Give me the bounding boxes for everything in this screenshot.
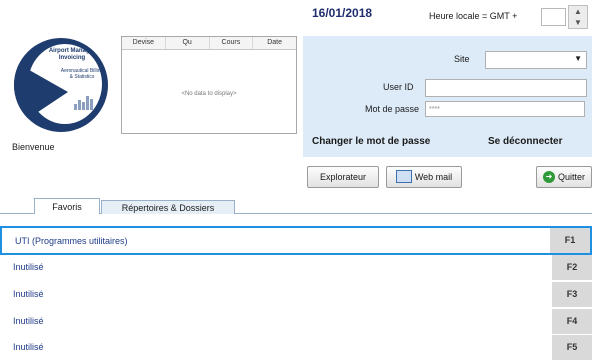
logo-subtitle: Aeronautical Billing & Statistics: [60, 68, 104, 80]
function-key-badge: F5: [552, 335, 592, 360]
exit-icon: ➜: [542, 170, 555, 183]
function-label: Inutilisé: [13, 316, 44, 326]
spinner-updown-icon[interactable]: ▲ ▼: [568, 5, 588, 29]
explorer-button-label: Explorateur: [319, 172, 367, 182]
userid-input[interactable]: [425, 79, 587, 97]
webmail-button-label: Web mail: [414, 172, 453, 182]
site-select[interactable]: ▼: [485, 51, 587, 69]
column-header-qty[interactable]: Qu: [166, 37, 210, 49]
empty-grid-message: <No data to display>: [181, 91, 237, 97]
grid-header: Devise Qu Cours Date: [122, 37, 296, 50]
tab-directories[interactable]: Répertoires & Dossiers: [101, 200, 235, 214]
function-label: UTI (Programmes utilitaires): [15, 236, 128, 246]
current-date: 16/01/2018: [312, 6, 373, 20]
column-header-date[interactable]: Date: [253, 37, 296, 49]
userid-label: User ID: [383, 82, 414, 92]
chevron-down-icon[interactable]: ▼: [574, 54, 582, 63]
webmail-button[interactable]: Web mail: [386, 166, 462, 188]
column-header-rate[interactable]: Cours: [210, 37, 254, 49]
tab-favorites-label: Favoris: [52, 202, 82, 212]
quit-button[interactable]: ➜ Quitter: [536, 166, 592, 188]
logo-title: Airport Manager Invoicing: [48, 48, 96, 61]
timezone-offset-input[interactable]: [541, 8, 566, 26]
function-key-badge: F1: [550, 228, 590, 253]
function-row-f3[interactable]: Inutilisé F3: [0, 281, 592, 308]
welcome-text: Bienvenue: [12, 142, 55, 152]
logo-bars-graphic: [74, 96, 100, 114]
logout-link[interactable]: Se déconnecter: [488, 136, 562, 147]
company-logo: Airport Manager Invoicing Aeronautical B…: [12, 36, 112, 134]
function-label: Inutilisé: [13, 262, 44, 272]
change-password-link[interactable]: Changer le mot de passe: [312, 136, 430, 147]
site-label: Site: [454, 54, 470, 64]
function-row-f1[interactable]: UTI (Programmes utilitaires) F1: [0, 226, 592, 255]
mail-icon: [395, 170, 412, 184]
password-label: Mot de passe: [365, 104, 420, 114]
function-label: Inutilisé: [13, 289, 44, 299]
function-row-f2[interactable]: Inutilisé F2: [0, 254, 592, 281]
explorer-button[interactable]: Explorateur: [307, 166, 379, 188]
quit-button-label: Quitter: [557, 172, 585, 182]
function-key-badge: F2: [552, 255, 592, 280]
currency-rates-grid[interactable]: Devise Qu Cours Date <No data to display…: [121, 36, 297, 134]
timezone-label: Heure locale = GMT +: [429, 11, 518, 21]
function-key-badge: F4: [552, 309, 592, 334]
column-header-currency[interactable]: Devise: [122, 37, 166, 49]
function-key-badge: F3: [552, 282, 592, 307]
password-input[interactable]: ****: [425, 101, 585, 117]
tab-directories-label: Répertoires & Dossiers: [121, 203, 215, 213]
function-row-f4[interactable]: Inutilisé F4: [0, 308, 592, 335]
function-label: Inutilisé: [13, 342, 44, 352]
tab-favorites[interactable]: Favoris: [34, 198, 100, 214]
function-row-f5[interactable]: Inutilisé F5: [0, 334, 592, 361]
logo-disc: Airport Manager Invoicing Aeronautical B…: [14, 38, 108, 132]
